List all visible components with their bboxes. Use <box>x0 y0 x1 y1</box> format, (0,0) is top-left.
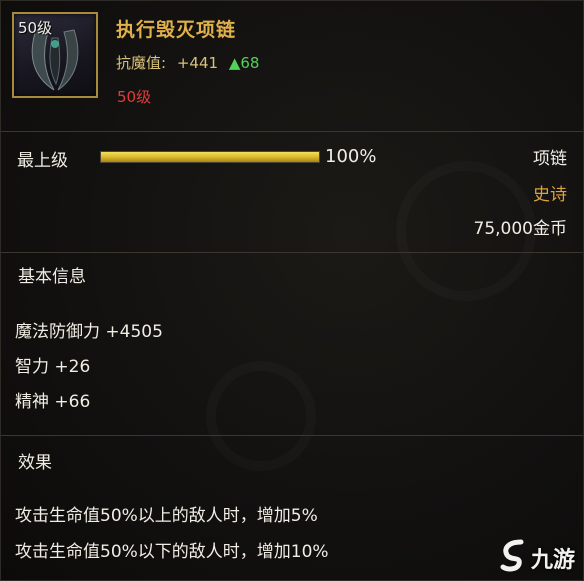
anti-magic-stat: 抗魔值: +441 ▲68 <box>116 52 259 73</box>
item-name: 执行毁灭项链 <box>116 19 237 41</box>
item-price: 75,000金币 <box>473 219 567 239</box>
effect-line: 攻击生命值50%以下的敌人时，增加10% <box>15 542 329 562</box>
stat-value: +441 <box>176 54 219 72</box>
attribute-line: 智力 +26 <box>15 357 91 377</box>
stat-label: 抗魔值: <box>116 54 167 72</box>
item-header: 50级 执行毁灭项链 抗魔值: +441 ▲68 50级 <box>1 1 583 131</box>
attribute-line: 魔法防御力 +4505 <box>15 322 163 342</box>
item-tooltip: 50级 执行毁灭项链 抗魔值: +441 ▲68 50级 最上级 100% 项链… <box>0 0 584 581</box>
item-level-badge: 50级 <box>18 19 53 37</box>
basic-info-title: 基本信息 <box>18 267 86 287</box>
upgrade-percent: 100% <box>325 146 377 167</box>
watermark: 九游 <box>499 536 581 576</box>
divider <box>1 131 583 132</box>
item-rarity: 史诗 <box>533 185 567 205</box>
divider <box>1 435 583 436</box>
divider <box>1 252 583 253</box>
stat-gain: ▲68 <box>228 54 260 72</box>
item-slot: 项链 <box>533 149 567 169</box>
upgrade-label: 最上级 <box>17 151 68 171</box>
upgrade-progress-fill <box>101 152 319 162</box>
watermark-text: 九游 <box>531 548 576 573</box>
effect-line: 攻击生命值50%以上的敌人时，增加5% <box>15 506 318 526</box>
effects-title: 效果 <box>18 453 52 473</box>
required-level: 50级 <box>117 88 152 106</box>
attribute-line: 精神 +66 <box>15 392 91 412</box>
background-emblem <box>206 361 316 471</box>
upgrade-progress-bar <box>100 151 320 163</box>
item-icon-frame[interactable]: 50级 <box>12 12 98 98</box>
jiuyou-logo-icon <box>500 539 524 572</box>
